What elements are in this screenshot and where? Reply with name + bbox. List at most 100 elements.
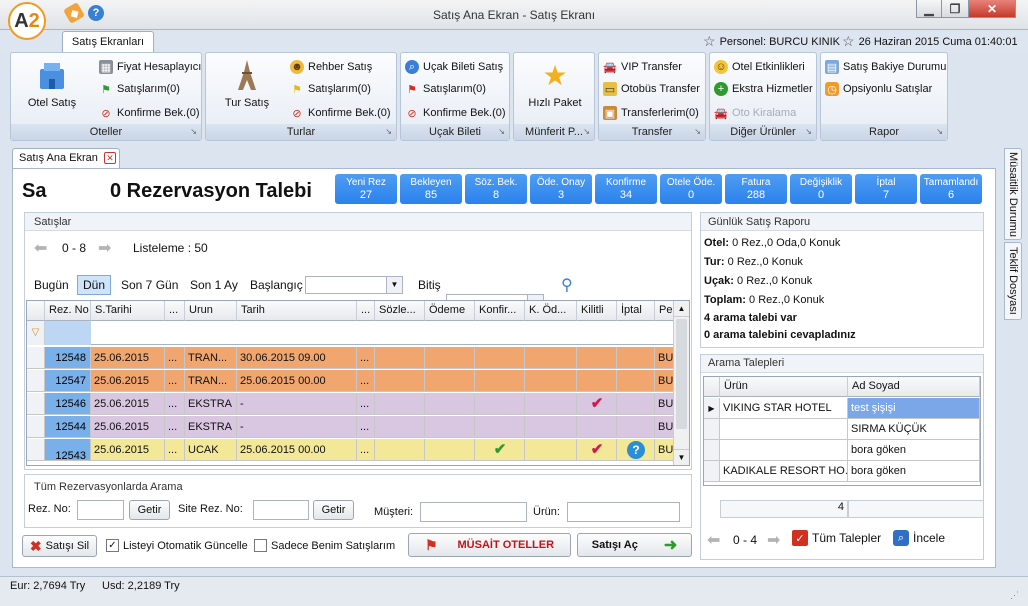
ucak-bileti-satis-button[interactable]: ⌕ Uçak Bileti Satış	[405, 57, 503, 77]
filter-son-1-ay[interactable]: Son 1 Ay	[184, 275, 244, 295]
expand-icon[interactable]: ↘	[805, 124, 812, 140]
expand-icon[interactable]: ↘	[385, 124, 392, 140]
expand-icon[interactable]: ↘	[936, 124, 943, 140]
otel-satis-button[interactable]: Otel Satış	[17, 57, 87, 109]
col-header[interactable]: S.Tarihi	[91, 301, 165, 321]
table-cell[interactable]	[525, 439, 577, 461]
tum-talepler-button[interactable]: ✓ Tüm Talepler	[792, 530, 881, 546]
col-header[interactable]: ...	[165, 301, 185, 321]
col-header[interactable]: Ödeme	[425, 301, 475, 321]
table-cell[interactable]	[617, 370, 655, 392]
tur-satislarim-button[interactable]: ⚑ Satışlarım(0)	[290, 79, 371, 99]
filter-cell[interactable]	[45, 321, 91, 345]
table-cell[interactable]	[425, 439, 475, 461]
table-cell[interactable]	[375, 393, 425, 415]
expand-icon[interactable]: ↘	[190, 124, 197, 140]
checkbox-unchecked[interactable]	[254, 539, 267, 552]
ekstra-hizmetler-button[interactable]: + Ekstra Hizmetler	[714, 79, 813, 99]
tile-2[interactable]: Söz. Bek. 8	[465, 174, 527, 204]
checkbox-checked[interactable]: ✓	[106, 539, 119, 552]
table-cell[interactable]	[617, 416, 655, 438]
table-cell[interactable]	[475, 347, 525, 369]
musteri-input[interactable]	[420, 502, 527, 522]
ucak-konfirme-button[interactable]: ⊘ Konfirme Bek.(0)	[405, 103, 505, 123]
tile-1[interactable]: Bekleyen 85	[400, 174, 462, 204]
filter-row[interactable]	[27, 321, 681, 345]
col-header[interactable]: Urun	[185, 301, 237, 321]
musait-oteller-button[interactable]: ⚑ MÜSAİT OTELLER	[408, 533, 571, 557]
talep-urun-cell[interactable]: VIKING STAR HOTEL	[720, 398, 848, 419]
tab-musaitlik-durumu[interactable]: Müsaitlik Durumu	[1004, 148, 1022, 240]
col-header[interactable]: ...	[357, 301, 375, 321]
talep-urun-cell[interactable]: KADIKALE RESORT HO...	[720, 461, 848, 482]
table-cell[interactable]	[525, 416, 577, 438]
oto-kiralama-button[interactable]: 🚘 Oto Kiralama	[714, 103, 796, 123]
table-cell[interactable]: 12546	[45, 393, 91, 415]
table-cell[interactable]: 25.06.2015	[91, 439, 165, 461]
expand-icon[interactable]: ↘	[583, 124, 590, 140]
talepler-previous-icon[interactable]: ⬅	[707, 530, 720, 550]
table-cell[interactable]: 25.06.2015 00.00	[237, 370, 357, 392]
table-cell[interactable]: ...	[165, 370, 185, 392]
getir-site-button[interactable]: Getir	[313, 500, 354, 520]
table-cell[interactable]: ...	[165, 347, 185, 369]
previous-icon[interactable]: ⬅	[34, 238, 47, 258]
baslangic-date-picker[interactable]: ▼	[305, 276, 403, 294]
col-header[interactable]: Konfir...	[475, 301, 525, 321]
tile-5[interactable]: Otele Öde. 0	[660, 174, 722, 204]
satisi-ac-button[interactable]: Satışı Aç ➜	[577, 533, 692, 557]
hizli-paket-button[interactable]: ★ Hızlı Paket	[518, 57, 592, 110]
table-cell[interactable]: ...	[357, 416, 375, 438]
search-icon[interactable]: ⚲	[561, 275, 573, 295]
satisi-sil-button[interactable]: ✖ Satışı Sil	[22, 535, 97, 557]
vip-transfer-button[interactable]: 🚘 VIP Transfer	[603, 57, 682, 77]
filter-dun[interactable]: Dün	[77, 275, 112, 295]
vertical-scrollbar[interactable]: ▲ ▼	[673, 301, 689, 465]
site-rez-no-input[interactable]	[253, 500, 309, 520]
col-header[interactable]: K. Öd...	[525, 301, 577, 321]
close-button[interactable]: ✕	[968, 0, 1016, 18]
table-cell[interactable]	[425, 393, 475, 415]
table-cell[interactable]: 12548	[45, 347, 91, 369]
table-cell[interactable]: TRAN...	[185, 370, 237, 392]
talep-ad-cell[interactable]: bora göken	[848, 461, 980, 482]
table-cell[interactable]	[425, 347, 475, 369]
table-cell[interactable]: ...	[357, 439, 375, 461]
otomatik-guncelle-checkbox[interactable]: ✓ Listeyi Otomatik Güncelle	[106, 539, 248, 552]
table-cell[interactable]: ...	[165, 439, 185, 461]
tur-konfirme-button[interactable]: ⊘ Konfirme Bek.(0)	[290, 103, 390, 123]
opsiyonlu-satislar-button[interactable]: ◷ Opsiyonlu Satışlar	[825, 79, 932, 99]
otobus-transfer-button[interactable]: ▭ Otobüs Transfer	[603, 79, 700, 99]
tab-satis-ekranlari[interactable]: Satış Ekranları	[62, 31, 154, 52]
talepler-next-icon[interactable]: ➡	[767, 530, 780, 550]
filter-son-7-gun[interactable]: Son 7 Gün	[115, 275, 184, 295]
expand-icon[interactable]: ↘	[498, 124, 505, 140]
rehber-satis-button[interactable]: ☻ Rehber Satış	[290, 57, 372, 77]
table-cell[interactable]: 25.06.2015	[91, 416, 165, 438]
otel-konfirme-button[interactable]: ⊘ Konfirme Bek.(0)	[99, 103, 199, 123]
sadece-benim-checkbox[interactable]: Sadece Benim Satışlarım	[254, 539, 395, 552]
satis-bakiye-durumu-button[interactable]: ▤ Satış Bakiye Durumu	[825, 57, 946, 77]
talep-urun-cell[interactable]	[720, 440, 848, 461]
table-cell[interactable]	[375, 439, 425, 461]
tur-satis-button[interactable]: Tur Satış	[212, 57, 282, 109]
otel-etkinlikleri-button[interactable]: ☺ Otel Etkinlikleri	[714, 57, 805, 77]
table-cell[interactable]: 12547	[45, 370, 91, 392]
tile-4[interactable]: Konfirme 34	[595, 174, 657, 204]
table-cell[interactable]	[525, 347, 577, 369]
transferlerim-button[interactable]: ▣ Transferlerim(0)	[603, 103, 699, 123]
tile-3[interactable]: Öde. Onay 3	[530, 174, 592, 204]
getir-button[interactable]: Getir	[129, 500, 170, 520]
table-cell[interactable]	[577, 370, 617, 392]
table-cell[interactable]: UCAK	[185, 439, 237, 461]
incele-button[interactable]: ⌕ İncele	[893, 530, 945, 546]
col-urun[interactable]: Ürün	[720, 377, 848, 397]
table-cell[interactable]: ...	[357, 347, 375, 369]
scroll-up-icon[interactable]: ▲	[674, 301, 689, 317]
tile-6[interactable]: Fatura 288	[725, 174, 787, 204]
talep-ad-cell[interactable]: bora göken	[848, 440, 980, 461]
table-cell[interactable]: 30.06.2015 09.00	[237, 347, 357, 369]
table-cell[interactable]	[425, 416, 475, 438]
minimize-button[interactable]: ▁	[916, 0, 942, 18]
table-cell[interactable]: 25.06.2015 00.00	[237, 439, 357, 461]
